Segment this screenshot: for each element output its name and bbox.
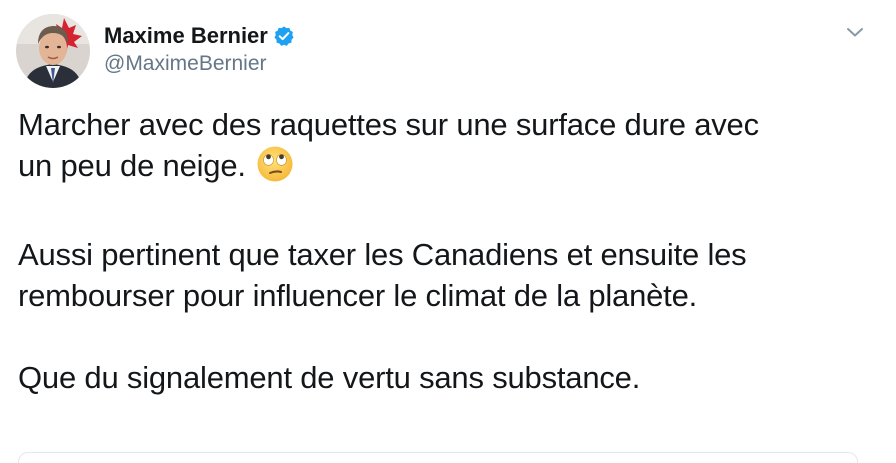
tweet-line: rembourser pour influencer le climat de … bbox=[18, 278, 698, 313]
chevron-down-icon[interactable] bbox=[844, 24, 866, 40]
tweet-line: Aussi pertinent que taxer les Canadiens … bbox=[18, 237, 747, 272]
display-name[interactable]: Maxime Bernier bbox=[104, 23, 268, 49]
face-with-rolling-eyes-emoji-icon bbox=[256, 145, 294, 193]
tweet-line: un peu de neige. bbox=[18, 148, 246, 183]
tweet-paragraph: Aussi pertinent que taxer les Canadiens … bbox=[18, 234, 886, 316]
name-row: Maxime Bernier bbox=[104, 23, 295, 49]
tweet-line: Que du signalement de vertu sans substan… bbox=[18, 360, 641, 395]
tweet-text: Marcher avec des raquettes sur une surfa… bbox=[18, 104, 886, 398]
tweet-card: Maxime Bernier @MaximeBernier Marcher av… bbox=[0, 0, 896, 463]
avatar-image bbox=[16, 14, 90, 88]
tweet-line: Marcher avec des raquettes sur une surfa… bbox=[18, 107, 759, 142]
user-handle[interactable]: @MaximeBernier bbox=[104, 52, 295, 76]
tweet-paragraph: Que du signalement de vertu sans substan… bbox=[18, 357, 886, 398]
tweet-header: Maxime Bernier @MaximeBernier bbox=[16, 14, 295, 88]
verified-badge-icon bbox=[273, 25, 295, 47]
avatar[interactable] bbox=[16, 14, 90, 88]
tweet-paragraph: Marcher avec des raquettes sur une surfa… bbox=[18, 104, 886, 193]
author-identity: Maxime Bernier @MaximeBernier bbox=[104, 23, 295, 80]
